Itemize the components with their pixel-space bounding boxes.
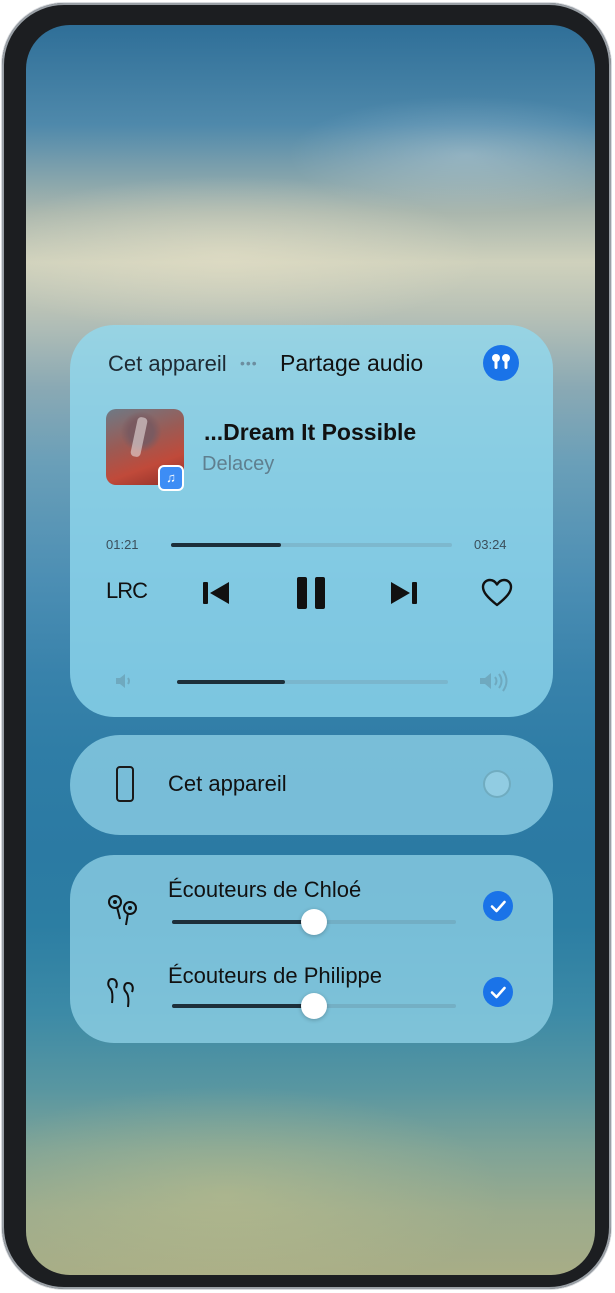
headphone-volume-fill bbox=[172, 920, 314, 924]
volume-high-icon bbox=[478, 670, 514, 697]
heart-icon bbox=[481, 578, 513, 607]
headphones-card: Écouteurs de Chloé Écouteurs de Philippe bbox=[70, 855, 553, 1043]
volume-slider[interactable] bbox=[177, 680, 448, 684]
checkmark-icon bbox=[490, 986, 506, 999]
previous-button[interactable] bbox=[198, 575, 234, 611]
headphone-volume-knob[interactable] bbox=[301, 909, 327, 935]
headphone-volume-slider[interactable] bbox=[172, 909, 456, 935]
music-app-icon: ♫ bbox=[158, 465, 184, 491]
audio-player-card: Cet appareil ••• Partage audio ♫ ...Drea… bbox=[70, 325, 553, 717]
progress-slider[interactable] bbox=[171, 543, 452, 547]
pause-icon bbox=[297, 577, 325, 609]
elapsed-time: 01:21 bbox=[106, 537, 139, 552]
phone-icon bbox=[116, 766, 134, 802]
favorite-button[interactable] bbox=[478, 575, 516, 611]
earbuds-icon bbox=[492, 354, 510, 369]
earbuds-icon bbox=[106, 975, 142, 1014]
audio-share-label[interactable]: Partage audio bbox=[280, 350, 423, 377]
headphone-name: Écouteurs de Philippe bbox=[168, 963, 383, 988]
lyrics-button[interactable]: LRC bbox=[106, 578, 148, 604]
total-time: 03:24 bbox=[474, 537, 507, 552]
song-title: ...Dream It Possible bbox=[204, 419, 417, 445]
source-device-label[interactable]: Cet appareil bbox=[108, 351, 227, 377]
separator-dots: ••• bbox=[240, 355, 258, 371]
volume-low-icon bbox=[114, 672, 136, 695]
headphone-name: Écouteurs de Chloé bbox=[168, 877, 362, 902]
next-button[interactable] bbox=[386, 575, 422, 611]
pause-button[interactable] bbox=[291, 573, 331, 613]
next-icon bbox=[391, 582, 417, 604]
output-device-label: Cet appareil bbox=[168, 771, 287, 796]
volume-fill bbox=[177, 680, 286, 684]
output-device-row[interactable]: Cet appareil bbox=[70, 735, 553, 835]
earbuds-icon bbox=[106, 893, 142, 932]
phone-frame: Cet appareil ••• Partage audio ♫ ...Drea… bbox=[2, 3, 611, 1289]
wallpaper-highlight bbox=[26, 1085, 506, 1275]
screen: Cet appareil ••• Partage audio ♫ ...Drea… bbox=[26, 25, 595, 1275]
headphone-checkbox[interactable] bbox=[483, 891, 513, 921]
headphone-volume-fill bbox=[172, 1004, 314, 1008]
headphone-checkbox[interactable] bbox=[483, 977, 513, 1007]
checkmark-icon bbox=[490, 900, 506, 913]
output-device-radio[interactable] bbox=[483, 770, 511, 798]
progress-fill bbox=[171, 543, 281, 547]
artist-name: Delacey bbox=[202, 453, 275, 475]
headphone-volume-knob[interactable] bbox=[301, 993, 327, 1019]
audio-share-button[interactable] bbox=[483, 345, 519, 381]
previous-icon bbox=[203, 582, 229, 604]
headphone-volume-slider[interactable] bbox=[172, 993, 456, 1019]
